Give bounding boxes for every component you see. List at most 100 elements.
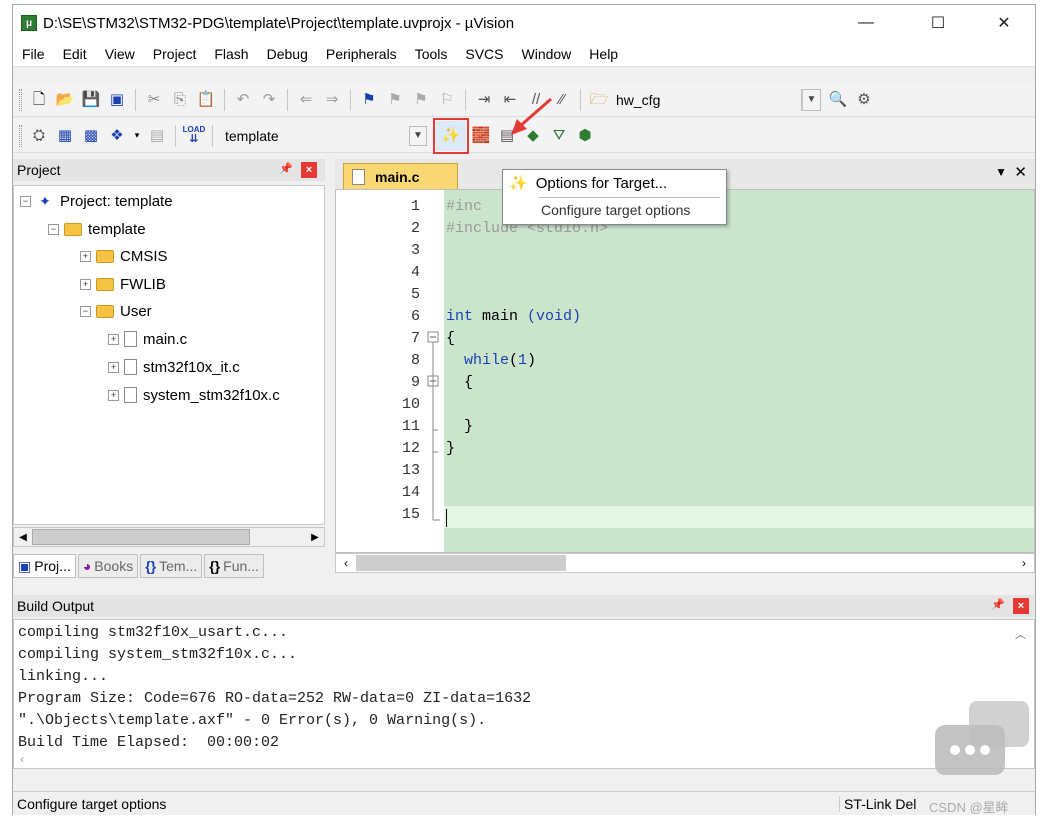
- tree-node-file-it[interactable]: + stm32f10x_it.c: [108, 356, 240, 378]
- scroll-left-icon[interactable]: ‹: [336, 556, 356, 570]
- menu-project[interactable]: Project: [144, 46, 206, 62]
- config-dropdown[interactable]: ▼: [801, 88, 821, 111]
- target-select[interactable]: template ▼: [218, 125, 428, 147]
- dropdown-arrow-icon[interactable]: ▾: [132, 125, 142, 147]
- load-download-icon[interactable]: LOAD ⇊: [183, 125, 206, 147]
- tab-functions[interactable]: {} Fun...: [204, 554, 264, 578]
- build-icon[interactable]: ▦: [54, 125, 76, 147]
- menu-view[interactable]: View: [96, 46, 144, 62]
- menu-window[interactable]: Window: [513, 46, 581, 62]
- tree-node-target[interactable]: − template: [48, 218, 146, 240]
- close-build-output-button[interactable]: ×: [1013, 598, 1029, 614]
- pin-icon[interactable]: 📌: [279, 162, 293, 175]
- indent-icon[interactable]: ⇥: [473, 89, 495, 111]
- menu-peripherals[interactable]: Peripherals: [317, 46, 406, 62]
- collapse-icon[interactable]: −: [20, 195, 31, 207]
- manage-components-icon[interactable]: 🧱: [470, 125, 492, 147]
- tab-label: Proj...: [34, 558, 71, 574]
- new-file-icon[interactable]: 🗋: [28, 89, 50, 111]
- tooltip-divider: [539, 197, 720, 198]
- copy-icon[interactable]: ⎘: [169, 89, 191, 111]
- undo-icon[interactable]: ↶: [232, 89, 254, 111]
- menu-debug[interactable]: Debug: [258, 46, 317, 62]
- navigate-forward-icon[interactable]: ⇒: [321, 89, 343, 111]
- line-number: 4: [410, 264, 420, 281]
- menu-bar: File Edit View Project Flash Debug Perip…: [13, 41, 1035, 67]
- line-number: 3: [410, 242, 420, 259]
- search-icon[interactable]: 🔍: [827, 89, 849, 111]
- code-token: (: [509, 352, 519, 369]
- build-output-line: linking...: [18, 668, 109, 685]
- expand-icon[interactable]: +: [108, 333, 119, 345]
- tab-books[interactable]: ◕ Books: [77, 554, 139, 578]
- next-bookmark-icon[interactable]: ⚑: [410, 89, 432, 111]
- minimize-button[interactable]: —: [843, 5, 889, 41]
- menu-svcs[interactable]: SVCS: [456, 46, 512, 62]
- run-time-environment-icon[interactable]: ⬢: [574, 125, 596, 147]
- rebuild-icon[interactable]: ▩: [80, 125, 102, 147]
- project-icon: ✦: [39, 192, 51, 209]
- cut-icon[interactable]: ✂: [143, 89, 165, 111]
- file-label: stm32f10x_it.c: [143, 358, 240, 376]
- scroll-right-icon[interactable]: ›: [1014, 556, 1034, 570]
- menu-edit[interactable]: Edit: [54, 46, 96, 62]
- functions-tab-icon: {}: [209, 558, 221, 574]
- code-token: ): [527, 352, 537, 369]
- scroll-right-icon[interactable]: ▶: [306, 532, 324, 543]
- save-all-icon[interactable]: ▣: [106, 89, 128, 111]
- editor-hscrollbar[interactable]: ‹ ›: [335, 553, 1035, 573]
- tab-dropdown-icon[interactable]: ▼: [995, 165, 1007, 179]
- paste-icon[interactable]: 📋: [195, 89, 217, 111]
- scroll-thumb[interactable]: [356, 555, 566, 571]
- status-text: Configure target options: [17, 795, 167, 812]
- expand-icon[interactable]: +: [108, 361, 119, 373]
- open-folder-icon[interactable]: 📂: [54, 89, 76, 111]
- maximize-button[interactable]: ☐: [915, 5, 961, 41]
- scroll-left-icon[interactable]: ‹: [20, 752, 24, 766]
- collapse-icon[interactable]: −: [48, 223, 59, 235]
- code-editor[interactable]: 1 2 3 4 5 6 7 8 9 10 11 12 13 14 15 #inc…: [335, 189, 1035, 553]
- save-icon[interactable]: 💾: [80, 89, 102, 111]
- tree-node-group-cmsis[interactable]: + CMSIS: [80, 245, 168, 267]
- menu-flash[interactable]: Flash: [205, 46, 257, 62]
- scroll-up-icon[interactable]: ︿: [1015, 626, 1026, 642]
- expand-icon[interactable]: +: [80, 278, 91, 290]
- code-line-8: while(1): [446, 352, 536, 369]
- translate-icon[interactable]: ⛭: [28, 125, 50, 147]
- menu-help[interactable]: Help: [580, 46, 627, 62]
- close-project-panel-button[interactable]: ×: [301, 162, 317, 178]
- tree-node-project[interactable]: − ✦ Project: template: [20, 190, 173, 212]
- chevron-down-icon[interactable]: ▼: [409, 125, 427, 146]
- tab-project[interactable]: ▣ Proj...: [13, 554, 76, 578]
- tab-templates[interactable]: {} Tem...: [140, 554, 203, 578]
- tree-node-group-user[interactable]: − User: [80, 300, 152, 322]
- menu-tools[interactable]: Tools: [406, 46, 457, 62]
- expand-icon[interactable]: +: [108, 389, 119, 401]
- scroll-thumb[interactable]: [32, 529, 250, 545]
- tab-main-c[interactable]: main.c: [343, 163, 458, 189]
- expand-icon[interactable]: +: [80, 250, 91, 262]
- scroll-left-icon[interactable]: ◀: [14, 532, 32, 543]
- menu-file[interactable]: File: [13, 46, 54, 62]
- config-label[interactable]: hw_cfg: [616, 92, 801, 108]
- editor-tab-label: main.c: [375, 168, 420, 185]
- project-hscrollbar[interactable]: ◀ ▶: [13, 527, 325, 547]
- redo-icon[interactable]: ↷: [258, 89, 280, 111]
- find-in-files-icon[interactable]: 🗁: [588, 89, 610, 111]
- prev-bookmark-icon[interactable]: ⚑: [384, 89, 406, 111]
- stop-build-icon[interactable]: ▤: [146, 125, 168, 147]
- batch-build-icon[interactable]: ❖: [106, 125, 128, 147]
- close-tab-icon[interactable]: ✕: [1014, 163, 1027, 181]
- tree-node-file-main[interactable]: + main.c: [108, 328, 187, 350]
- options-for-target-icon[interactable]: ✨: [433, 117, 469, 154]
- tree-node-file-system[interactable]: + system_stm32f10x.c: [108, 384, 280, 406]
- close-button[interactable]: ✕: [981, 5, 1027, 41]
- navigate-back-icon[interactable]: ⇐: [295, 89, 317, 111]
- collapse-icon[interactable]: −: [80, 305, 91, 317]
- tree-node-group-fwlib[interactable]: + FWLIB: [80, 273, 166, 295]
- pin-icon[interactable]: 📌: [991, 598, 1005, 611]
- bookmark-icon[interactable]: ⚑: [358, 89, 380, 111]
- toolbar-separator: [224, 88, 225, 111]
- settings-icon[interactable]: ⚙: [853, 89, 875, 111]
- clear-bookmarks-icon[interactable]: ⚐: [436, 89, 458, 111]
